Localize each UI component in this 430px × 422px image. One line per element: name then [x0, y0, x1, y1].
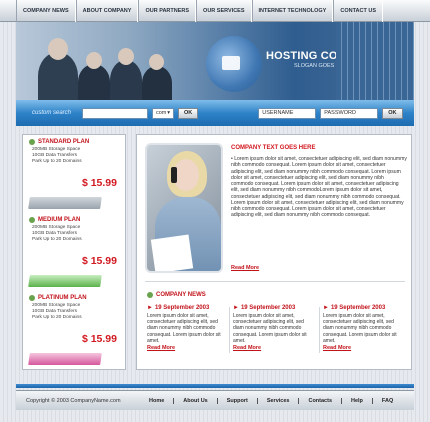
- main-content: COMPANY TEXT GOES HERE • Lorem ipsum dol…: [136, 134, 412, 370]
- bullet-icon: [147, 292, 153, 298]
- news-title: COMPANY NEWS: [156, 292, 206, 298]
- nav-about-company[interactable]: ABOUT COMPANY: [75, 0, 139, 22]
- woman-on-phone-image: [145, 143, 223, 273]
- arrow-icon: ►: [323, 305, 329, 311]
- news-text: Lorem ipsum dolor sit amet, consectetuer…: [147, 313, 221, 344]
- news-item: ► 19 September 2003 Lorem ipsum dolor sit…: [147, 305, 225, 351]
- plan-price: $ 15.99: [81, 333, 117, 345]
- plan-feature: Park Up to 20 Domains: [32, 159, 82, 164]
- building-image: [336, 22, 414, 100]
- header-banner: HOSTING COMPANY SLOGAN GOES HERE: [16, 22, 414, 100]
- divider: [319, 307, 320, 353]
- footer-link-help[interactable]: Help: [341, 397, 372, 404]
- search-input[interactable]: [82, 107, 148, 119]
- plans-sidebar: STANDARD PLAN 200MB Storage Space 10GB D…: [22, 134, 126, 370]
- footer-link-about[interactable]: About Us: [173, 397, 216, 404]
- top-nav: COMPANY NEWS ABOUT COMPANY OUR PARTNERS …: [0, 0, 430, 22]
- page: COMPANY NEWS ABOUT COMPANY OUR PARTNERS …: [0, 0, 430, 422]
- plan-title: PLATINUM PLAN: [38, 295, 87, 301]
- news-date: 19 September 2003: [330, 305, 386, 311]
- news-item: ► 19 September 2003 Lorem ipsum dolor sit…: [323, 305, 401, 351]
- domain-select-value: com: [156, 110, 167, 116]
- plan-title: MEDIUM PLAN: [38, 217, 81, 223]
- bullet-icon: [29, 139, 35, 145]
- chevron-down-icon: ▾: [167, 110, 170, 116]
- read-more-link[interactable]: Read More: [323, 345, 401, 351]
- plan-price: $ 15.99: [81, 177, 117, 189]
- footer-link-contacts[interactable]: Contacts: [298, 397, 341, 404]
- bullet-icon: [29, 217, 35, 223]
- divider: [145, 281, 405, 282]
- server-icon: [28, 197, 102, 209]
- divider: [229, 307, 230, 353]
- bullet-icon: [29, 295, 35, 301]
- arrow-icon: ►: [233, 305, 239, 311]
- plan-medium: MEDIUM PLAN 200MB Storage Space 10GB Dat…: [28, 217, 121, 287]
- footer-link-home[interactable]: Home: [140, 398, 173, 404]
- password-field[interactable]: PASSWORD: [320, 107, 379, 119]
- username-field[interactable]: USERNAME: [258, 107, 317, 119]
- news-text: Lorem ipsum dolor sit amet, consectetuer…: [233, 313, 307, 344]
- search-bar: custom search com ▾ OK USERNAME PASSWORD…: [16, 100, 414, 126]
- footer-link-services[interactable]: Services: [256, 397, 299, 404]
- copyright: Copyright © 2003 CompanyName.com: [26, 397, 121, 404]
- footer-link-support[interactable]: Support: [216, 397, 257, 404]
- plan-platinum: PLATINUM PLAN 200MB Storage Space 10GB D…: [28, 295, 121, 365]
- plan-price: $ 15.99: [81, 255, 117, 267]
- news-heading: COMPANY NEWS: [147, 292, 206, 298]
- read-more-link[interactable]: Read More: [233, 345, 311, 351]
- plan-feature: Park Up to 20 Domains: [32, 315, 82, 320]
- nav-company-news[interactable]: COMPANY NEWS: [16, 0, 76, 22]
- search-label: custom search: [32, 110, 72, 116]
- footer-link-faq[interactable]: FAQ: [371, 397, 402, 404]
- footer-band: [16, 384, 414, 388]
- read-more-link[interactable]: Read More: [231, 265, 259, 271]
- server-icon: [28, 353, 102, 365]
- plan-feature: Park Up to 20 Domains: [32, 237, 82, 242]
- news-date: 19 September 2003: [154, 305, 210, 311]
- news-item: ► 19 September 2003 Lorem ipsum dolor sit…: [233, 305, 311, 351]
- read-more-link[interactable]: Read More: [147, 345, 225, 351]
- search-button[interactable]: OK: [178, 107, 199, 119]
- news-text: Lorem ipsum dolor sit amet, consectetuer…: [323, 313, 397, 344]
- nav-our-services[interactable]: OUR SERVICES: [196, 0, 252, 22]
- main-title: COMPANY TEXT GOES HERE: [231, 145, 316, 151]
- footer-links: Home About Us Support Services Contacts …: [140, 397, 402, 404]
- footer: Copyright © 2003 CompanyName.com Home Ab…: [16, 390, 414, 410]
- news-date: 19 September 2003: [240, 305, 296, 311]
- monitor-icon: [222, 56, 240, 70]
- arrow-icon: ►: [147, 305, 153, 311]
- nav-internet-technology[interactable]: INTERNET TECHNOLOGY: [251, 0, 334, 22]
- login-button[interactable]: OK: [382, 107, 403, 119]
- business-team-image: [16, 22, 186, 100]
- server-icon: [28, 275, 102, 287]
- main-body-text: • Lorem ipsum dolor sit amet, consectetu…: [231, 156, 407, 219]
- domain-select[interactable]: com ▾: [152, 107, 174, 119]
- plan-standard: STANDARD PLAN 200MB Storage Space 10GB D…: [28, 139, 121, 209]
- nav-contact-us[interactable]: CONTACT US: [333, 0, 384, 22]
- nav-our-partners[interactable]: OUR PARTNERS: [138, 0, 197, 22]
- plan-title: STANDARD PLAN: [38, 139, 90, 145]
